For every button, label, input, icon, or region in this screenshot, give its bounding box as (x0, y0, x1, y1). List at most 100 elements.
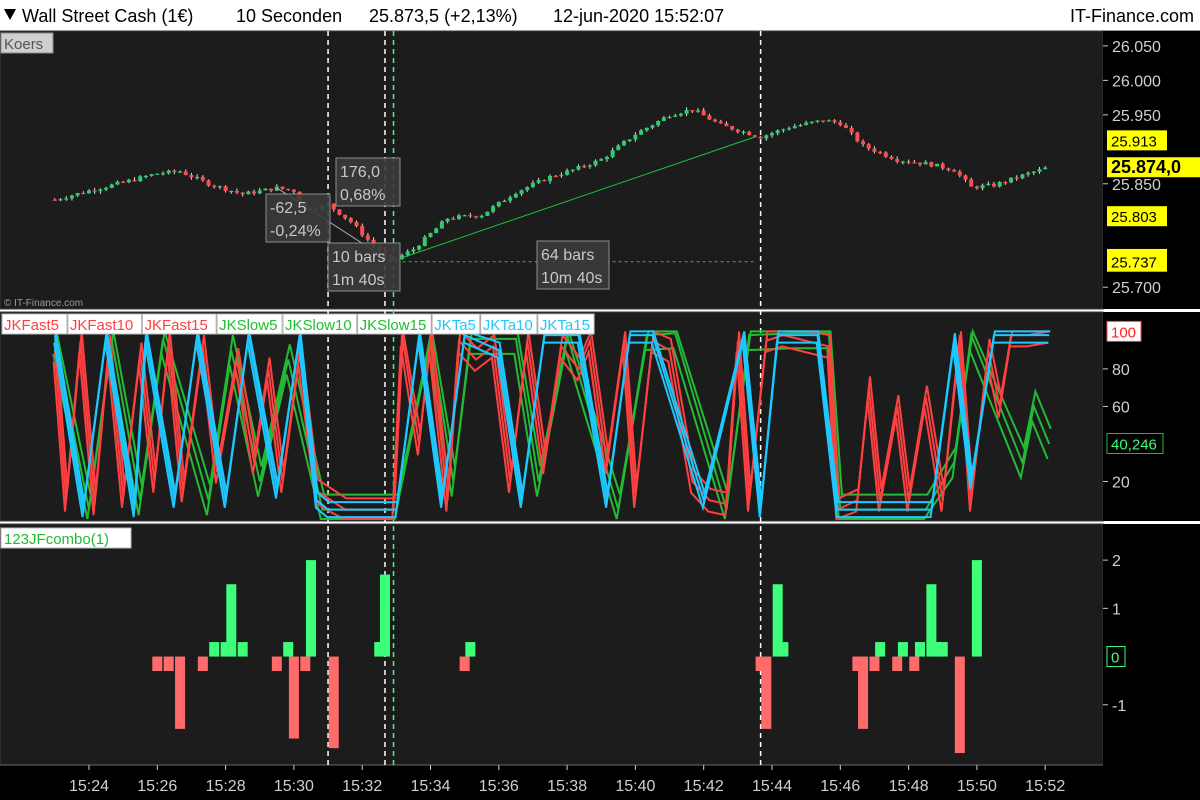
candle-body (787, 128, 792, 130)
legend-item-label: JKSlow15 (360, 317, 427, 334)
candle-body (155, 173, 160, 175)
candle-body (622, 141, 627, 146)
candle-body (872, 148, 877, 152)
candle-body (69, 195, 74, 199)
osc-value-badge-label: 100 (1111, 324, 1136, 341)
candle-body (502, 200, 507, 202)
candle-body (730, 126, 735, 130)
measure-annotation-text: 176,0 (340, 164, 380, 181)
osc-value-badge: 100 (1106, 320, 1142, 342)
legend-item: JKFast10 (67, 313, 142, 335)
candle-body (513, 194, 518, 198)
candle-body (639, 130, 644, 135)
time-tick-label: 15:28 (206, 778, 246, 795)
chart-area[interactable]: 26.050 26.000 25.950 25.850 25.700 Koers © IT-… (0, 31, 1200, 800)
brand-name: IT-Finance.com (1069, 6, 1194, 26)
candle-body (781, 129, 786, 131)
candle-body (405, 251, 410, 256)
candle-body (741, 131, 746, 133)
measure-annotation: 10 bars 1m 40s (327, 242, 401, 292)
candle-body (160, 173, 165, 175)
candle-body (462, 215, 467, 217)
candle-body (940, 163, 945, 169)
candle-body (92, 190, 97, 192)
legend-item: JKFast5 (1, 313, 68, 335)
combo-tick-label: -1 (1112, 698, 1126, 715)
candle-body (360, 226, 365, 236)
legend-item-label: JKSlow10 (285, 317, 352, 334)
instrument-name[interactable]: Wall Street Cash (1€) (22, 6, 193, 27)
candle-body (696, 110, 701, 112)
candle-body (217, 186, 222, 188)
combo-bar (175, 656, 186, 729)
candle-body (223, 186, 228, 191)
combo-bar (937, 642, 948, 657)
candle-body (553, 175, 558, 178)
candle-body (838, 122, 843, 126)
time-tick-label: 15:52 (1025, 778, 1065, 795)
price-tick-label: 25.850 (1112, 177, 1161, 194)
candle-body (474, 216, 479, 218)
candle-body (115, 181, 120, 185)
candle-body (809, 121, 814, 123)
legend-item: JKSlow10 (282, 313, 358, 335)
candle-body (337, 209, 342, 215)
candle-body (935, 163, 940, 167)
combo-bar (300, 656, 311, 672)
candle-body (548, 175, 553, 182)
osc-tick-label: 60 (1112, 399, 1130, 416)
combo-bar (197, 656, 208, 672)
time-tick-label: 15:50 (957, 778, 997, 795)
candle-body (644, 127, 649, 131)
candle-body (81, 193, 86, 195)
interval-label[interactable]: 10 Seconden (236, 6, 342, 27)
candle-body (764, 135, 769, 139)
candle-body (87, 190, 91, 194)
combo-bar (163, 656, 174, 672)
candle-body (417, 245, 422, 250)
candle-body (445, 218, 450, 222)
combo-bar (305, 560, 316, 657)
measure-annotation-text: 10 bars (332, 249, 385, 266)
candle-body (627, 139, 632, 142)
measure-annotation: 176,0 0,68% (335, 157, 401, 207)
candle-body (166, 170, 171, 174)
candle-body (1014, 177, 1019, 179)
candle-body (900, 161, 905, 163)
candle-body (798, 124, 803, 127)
last-quote: 25.873,5 (+2,13%) (369, 6, 518, 26)
candle-body (969, 179, 974, 187)
candle-body (75, 193, 80, 196)
price-badge-label: 25.803 (1111, 209, 1157, 226)
candle-body (246, 191, 251, 195)
candle-body (257, 190, 262, 194)
combo-bar (328, 656, 339, 749)
legend-item: JKSlow5 (216, 313, 283, 335)
combo-bar (237, 642, 248, 657)
candle-body (593, 160, 598, 166)
candle-body (707, 115, 712, 120)
legend-item-label: JKTa5 (434, 317, 476, 334)
candle-body (895, 159, 900, 162)
price-badge: 25.874,0 (1107, 157, 1200, 177)
osc-value-badge-label: 40,246 (1111, 436, 1157, 453)
candle-body (485, 211, 490, 216)
osc-tick-label: 20 (1112, 474, 1130, 491)
time-tick-label: 15:34 (410, 778, 450, 795)
candle-body (997, 182, 1002, 187)
candle-body (1020, 174, 1025, 179)
candle-body (883, 152, 888, 157)
candle-body (195, 176, 200, 179)
combo-zero-badge: 0 (1106, 646, 1126, 668)
candle-body (479, 215, 484, 218)
time-tick-label: 15:26 (137, 778, 177, 795)
title-bar: Wall Street Cash (1€) 10 Seconden 25.873… (0, 0, 1200, 31)
candle-body (183, 171, 188, 175)
combo-bar (226, 584, 237, 657)
instrument-dropdown-icon[interactable] (4, 9, 16, 20)
candle-body (252, 191, 257, 194)
candle-body (946, 168, 951, 171)
combo-bar (459, 656, 470, 672)
time-tick-label: 15:24 (69, 778, 109, 795)
candle-body (929, 162, 934, 167)
